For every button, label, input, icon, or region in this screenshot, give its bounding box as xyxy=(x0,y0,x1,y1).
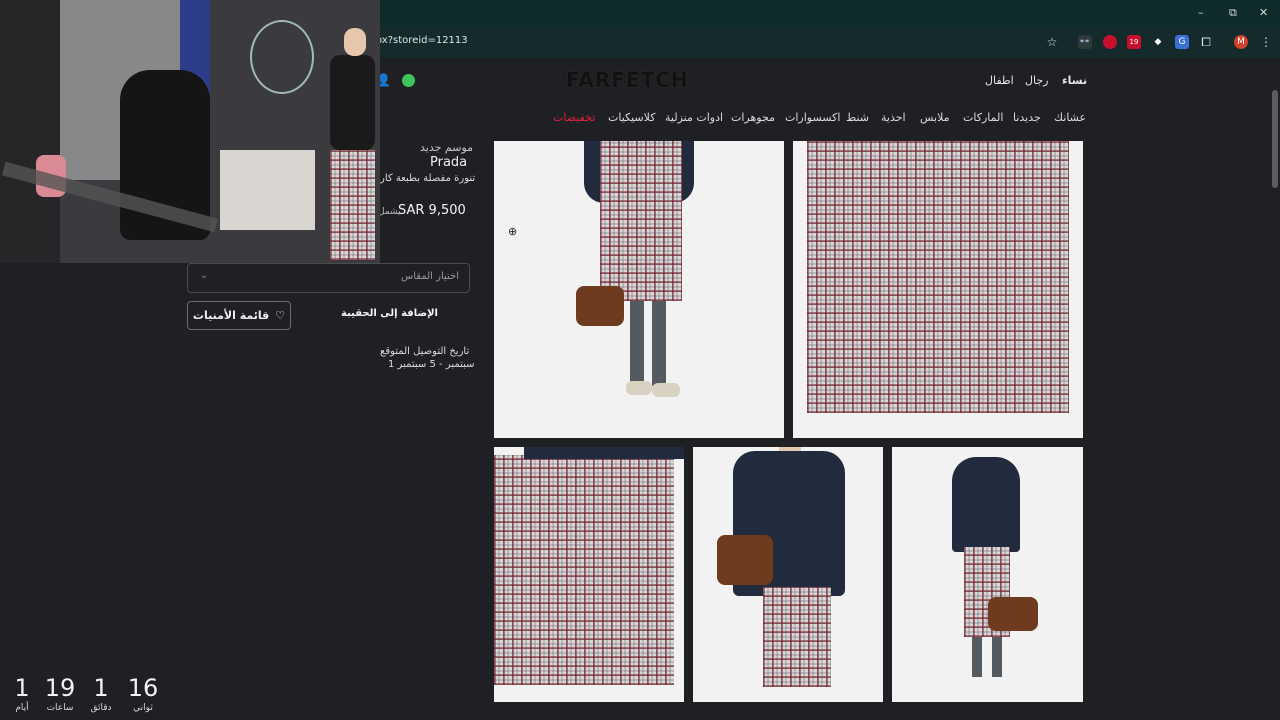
translate-icon[interactable]: G xyxy=(1175,35,1189,49)
product-image-3[interactable] xyxy=(494,447,684,702)
nav-kids[interactable]: اطفال xyxy=(985,74,1014,87)
product-image-5[interactable] xyxy=(892,447,1083,702)
nav-sale[interactable]: تخفيضات xyxy=(553,111,595,124)
chat-status-icon[interactable] xyxy=(402,74,415,87)
countdown-seconds: 16 xyxy=(127,674,159,702)
skirt-shape xyxy=(600,141,682,301)
neon-sign-shape xyxy=(250,20,314,94)
nav-women[interactable]: نساء xyxy=(1062,74,1087,87)
nav-shoes[interactable]: احذية xyxy=(881,111,906,124)
product-image-2[interactable] xyxy=(793,141,1083,438)
extension-diamond-icon[interactable]: ◆ xyxy=(1151,35,1165,49)
nav-clothing[interactable]: ملابس xyxy=(920,111,950,124)
site-logo[interactable]: FARFETCH xyxy=(566,68,689,92)
leg-left-shape xyxy=(630,301,644,386)
extensions-puzzle-icon[interactable]: ⧠ xyxy=(1199,35,1213,49)
skirt-shape xyxy=(763,587,831,687)
skirt-closeup-shape xyxy=(494,455,674,685)
countdown-days-label: أيام xyxy=(15,703,29,713)
extension-badge-icon[interactable]: 19 xyxy=(1127,35,1141,49)
person-skirt-shape xyxy=(330,150,375,260)
chevron-down-icon: ⌄ xyxy=(200,270,209,281)
product-image-1[interactable] xyxy=(494,141,784,438)
wall-panel-shape xyxy=(0,0,60,263)
product-price: SAR 9,500 xyxy=(398,203,466,218)
webcam-overlay xyxy=(0,0,380,263)
product-image-4[interactable] xyxy=(693,447,883,702)
bag-shape xyxy=(988,597,1038,631)
wishlist-label: قائمة الأمنيات xyxy=(192,309,270,322)
incognito-icon[interactable]: 👓 xyxy=(1078,35,1092,49)
bag-shape xyxy=(576,286,624,326)
leg-left-shape xyxy=(972,637,982,677)
nav-bags[interactable]: شنط xyxy=(846,111,869,124)
cabinet-shape xyxy=(220,150,315,230)
menu-kebab-icon[interactable]: ⋮ xyxy=(1259,35,1273,49)
season-label: موسم جديد xyxy=(420,141,474,154)
close-button[interactable]: ✕ xyxy=(1259,6,1268,19)
brand-name[interactable]: Prada xyxy=(430,155,467,170)
countdown-days: 1 xyxy=(14,674,30,702)
extension-red-icon[interactable] xyxy=(1103,35,1117,49)
person-shape xyxy=(330,55,375,150)
nav-brands[interactable]: الماركات xyxy=(963,111,1003,124)
size-placeholder: اختيار المقاس xyxy=(401,271,459,282)
waist-shape xyxy=(524,447,684,459)
nav-accessories[interactable]: اكسسوارات xyxy=(785,111,840,124)
restore-button[interactable]: ⧉ xyxy=(1229,6,1237,20)
nav-men[interactable]: رجال xyxy=(1025,74,1048,87)
leg-right-shape xyxy=(992,637,1002,677)
shoe-left-shape xyxy=(626,381,652,395)
heart-icon: ♡ xyxy=(275,309,286,322)
nav-homeware[interactable]: ادوات منزلية xyxy=(665,111,723,124)
countdown-seconds-label: ثواني xyxy=(133,703,153,713)
profile-initial: M xyxy=(1237,37,1245,47)
scrollbar-thumb[interactable] xyxy=(1272,90,1278,188)
product-name: تنورة مفصلة بطبعة كار xyxy=(380,173,476,184)
profile-avatar-icon[interactable]: M xyxy=(1234,35,1248,49)
url-text[interactable]: ox?storeid=12113 xyxy=(376,35,468,46)
nav-classics[interactable]: كلاسيكيات xyxy=(608,111,655,124)
person-head-shape xyxy=(344,28,366,56)
star-icon[interactable]: ☆ xyxy=(1045,35,1059,49)
extension-badge-count: 19 xyxy=(1129,38,1139,46)
countdown-minutes: 1 xyxy=(93,674,109,702)
nav-jewellery[interactable]: مجوهرات xyxy=(731,111,775,124)
minimize-button[interactable]: – xyxy=(1198,6,1204,19)
countdown-minutes-label: دقائق xyxy=(90,703,112,713)
leg-right-shape xyxy=(652,301,666,386)
delivery-dates: 1 سبتمبر - 5 سبتمبر xyxy=(388,359,475,370)
jacket-back-shape xyxy=(952,457,1020,552)
countdown-hours: 19 xyxy=(44,674,76,702)
wishlist-button[interactable]: قائمة الأمنيات ♡ xyxy=(187,301,291,330)
countdown-hours-label: ساعات xyxy=(46,703,74,713)
nav-for-you[interactable]: عشانك xyxy=(1054,111,1086,124)
delivery-label: تاريخ التوصيل المتوقع xyxy=(380,346,470,357)
nav-new-in[interactable]: جديدنا xyxy=(1013,111,1041,124)
shoe-right-shape xyxy=(652,383,680,397)
bag-shape xyxy=(717,535,773,585)
size-select[interactable]: ⌄ اختيار المقاس xyxy=(187,263,470,293)
add-to-bag-button[interactable]: الإضافة إلى الحقيبة xyxy=(341,308,438,319)
zoom-icon[interactable]: ⊕ xyxy=(508,225,517,238)
skirt-flat-shape xyxy=(807,141,1069,413)
